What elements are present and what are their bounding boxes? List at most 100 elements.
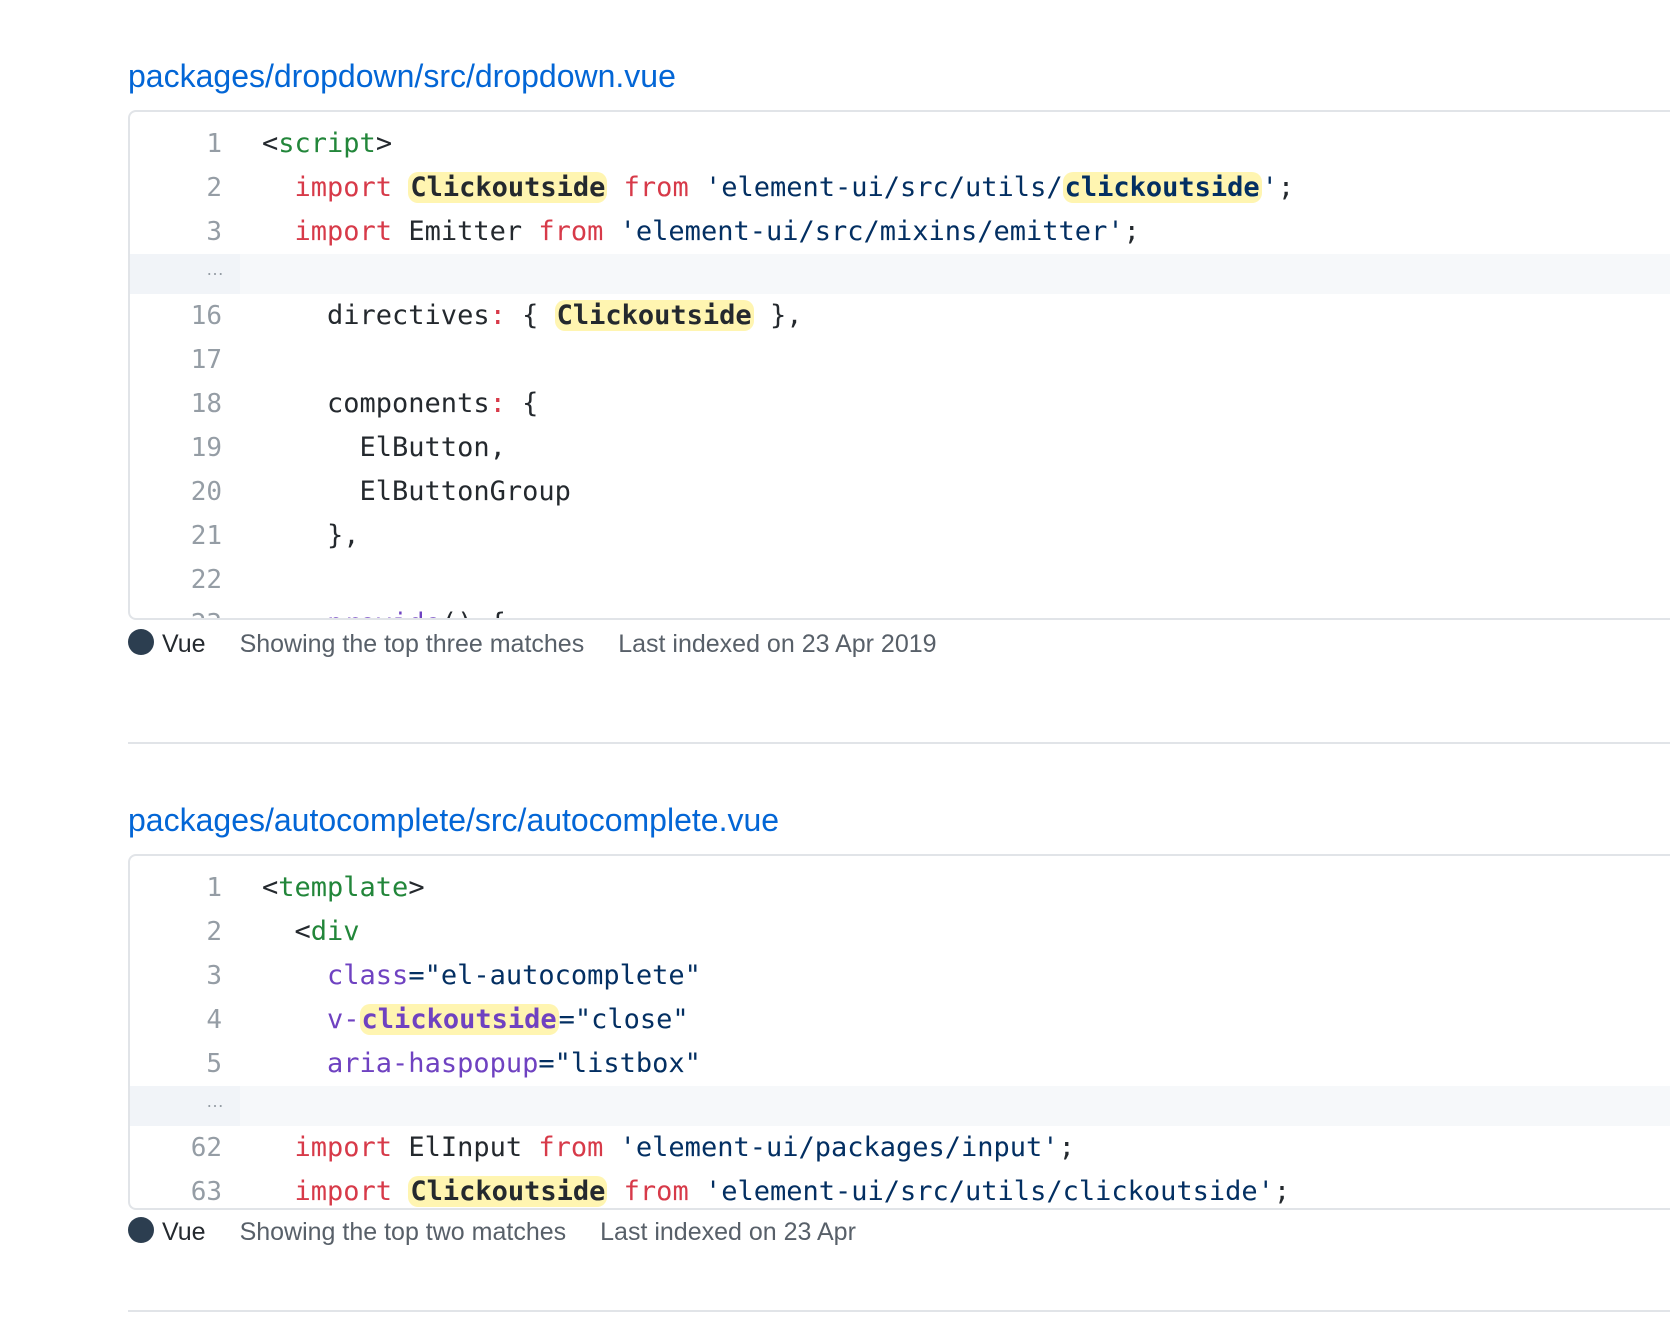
code-text: ElButtonGroup <box>262 470 571 514</box>
code-text: v-clickoutside="close" <box>262 998 689 1042</box>
ellipsis-icon: … <box>206 259 224 279</box>
code-token: : <box>489 300 506 331</box>
code-token: { <box>505 300 555 331</box>
code-token: < <box>262 916 311 947</box>
code-result: packages/dropdown/src/dropdown.vue 1 <scr… <box>128 56 1670 658</box>
code-token: from <box>623 1176 689 1207</box>
code-token: > <box>408 872 425 903</box>
code-token: Emitter <box>392 216 539 247</box>
code-line: 3 import Emitter from 'element-ui/src/mi… <box>130 210 1670 254</box>
code-token: ElButtonGroup <box>262 476 571 507</box>
code-token: template <box>278 872 409 903</box>
code-line: 1 <template> <box>130 866 1670 910</box>
code-line: 2 import Clickoutside from 'element-ui/s… <box>130 166 1670 210</box>
language-name: Vue <box>162 1218 206 1246</box>
ellipsis-icon: … <box>206 1091 224 1111</box>
line-number[interactable]: 2 <box>130 166 222 210</box>
line-number[interactable]: 23 <box>130 602 222 618</box>
code-token: ; <box>1123 216 1140 247</box>
code-text: class="el-autocomplete" <box>262 954 701 998</box>
result-divider <box>128 742 1670 744</box>
file-path-link[interactable]: packages/dropdown/src/dropdown.vue <box>128 56 1670 96</box>
code-token: 'element-ui/src/utils/clickoutside' <box>688 1176 1274 1207</box>
code-token: ' <box>1261 172 1278 203</box>
code-token: 'element-ui/packages/input' <box>603 1132 1059 1163</box>
code-line: 5 aria-haspopup="listbox" <box>130 1042 1670 1086</box>
code-text: import Clickoutside from 'element-ui/src… <box>262 166 1294 210</box>
collapsed-lines: … <box>130 254 1670 294</box>
code-token: from <box>623 172 689 203</box>
code-token: { <box>505 388 539 419</box>
last-indexed: Last indexed on 23 Apr <box>600 1218 856 1246</box>
line-number[interactable]: 3 <box>130 210 222 254</box>
code-result: packages/autocomplete/src/autocomplete.v… <box>128 800 1670 1246</box>
line-number[interactable]: 16 <box>130 294 222 338</box>
code-text: }, <box>262 514 360 558</box>
code-line: 18 components: { <box>130 382 1670 426</box>
line-number[interactable]: 17 <box>130 338 222 382</box>
code-token: directives <box>262 300 490 331</box>
code-line: 17 <box>130 338 1670 382</box>
code-token: from <box>538 216 604 247</box>
line-number[interactable]: 2 <box>130 910 222 954</box>
line-number[interactable]: 21 <box>130 514 222 558</box>
last-indexed: Last indexed on 23 Apr 2019 <box>618 630 937 658</box>
code-token: ="close" <box>558 1004 689 1035</box>
line-number[interactable]: 63 <box>130 1170 222 1208</box>
match-highlight: Clickoutside <box>408 1176 608 1207</box>
language-color-dot <box>128 1217 154 1244</box>
code-token: provide <box>327 608 441 618</box>
code-token: aria-haspopup <box>327 1048 539 1079</box>
code-text: <template> <box>262 866 425 910</box>
line-number[interactable]: 3 <box>130 954 222 998</box>
code-token: div <box>310 916 360 947</box>
code-token: ElButton, <box>262 432 506 463</box>
code-token: import <box>294 1176 393 1207</box>
line-number[interactable]: 1 <box>130 122 222 166</box>
code-line: 22 <box>130 558 1670 602</box>
code-token: }, <box>753 300 803 331</box>
line-number[interactable]: 20 <box>130 470 222 514</box>
code-line: 4 v-clickoutside="close" <box>130 998 1670 1042</box>
code-token: import <box>294 216 393 247</box>
code-line: 23 provide() { <box>130 602 1670 618</box>
code-token: < <box>262 872 279 903</box>
line-number[interactable]: 19 <box>130 426 222 470</box>
line-number[interactable]: 1 <box>130 866 222 910</box>
code-text: ElButton, <box>262 426 506 470</box>
code-text: provide() { <box>262 602 506 618</box>
code-line: 21 }, <box>130 514 1670 558</box>
code-text: <script> <box>262 122 392 166</box>
line-number[interactable]: 62 <box>130 1126 222 1170</box>
code-text: import ElInput from 'element-ui/packages… <box>262 1126 1075 1170</box>
code-snippet: 1 <script> 2 import Clickoutside from 'ele… <box>128 110 1670 620</box>
code-line: 16 directives: { Clickoutside }, <box>130 294 1670 338</box>
code-line: 1 <script> <box>130 122 1670 166</box>
code-token: ; <box>1273 1176 1291 1207</box>
code-token: : <box>489 388 506 419</box>
file-path-link[interactable]: packages/autocomplete/src/autocomplete.v… <box>128 800 1670 840</box>
match-highlight: clickoutside <box>359 1004 559 1035</box>
line-number[interactable]: 4 <box>130 998 222 1042</box>
collapsed-lines: … <box>130 1086 1670 1126</box>
line-number[interactable]: 18 <box>130 382 222 426</box>
line-number[interactable]: 22 <box>130 558 222 602</box>
code-line: 62 import ElInput from 'element-ui/packa… <box>130 1126 1670 1170</box>
code-token: ; <box>1058 1132 1075 1163</box>
code-token: < <box>262 128 279 159</box>
match-info: Showing the top three matches <box>239 630 585 658</box>
code-token: class <box>327 960 409 991</box>
code-text: import Emitter from 'element-ui/src/mixi… <box>262 210 1140 254</box>
line-number[interactable]: 5 <box>130 1042 222 1086</box>
language-color-dot <box>128 629 154 656</box>
code-token: 'element-ui/src/mixins/emitter' <box>603 216 1124 247</box>
code-text: directives: { Clickoutside }, <box>262 294 802 338</box>
code-text: aria-haspopup="listbox" <box>262 1042 701 1086</box>
